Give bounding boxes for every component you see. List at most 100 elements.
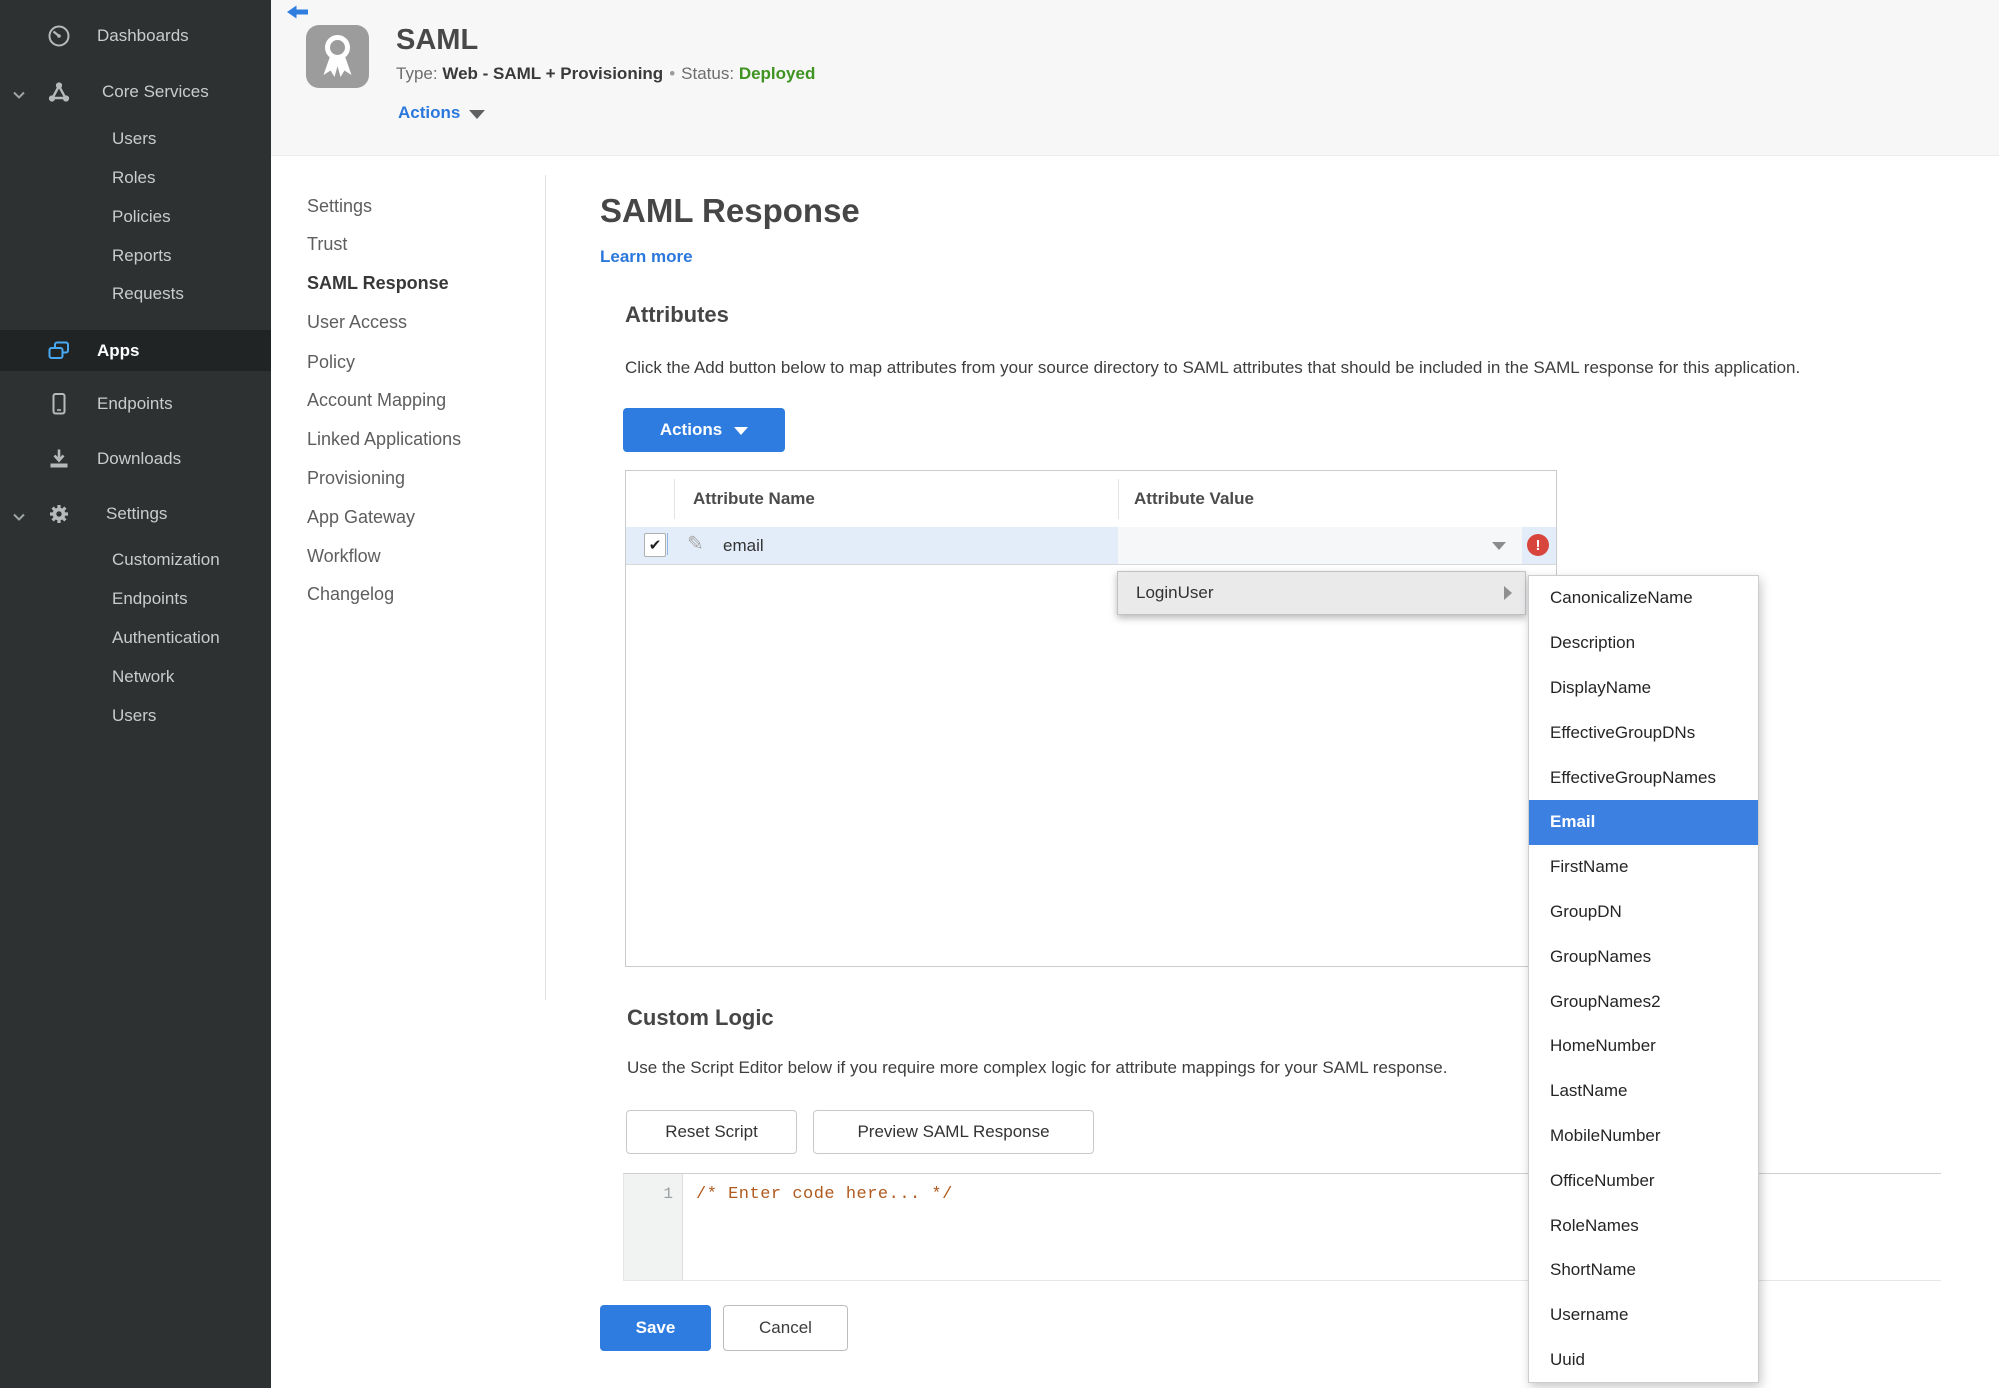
submenu-item-lastname[interactable]: LastName bbox=[1529, 1069, 1758, 1114]
gauge-icon bbox=[46, 23, 72, 49]
tab-changelog[interactable]: Changelog bbox=[307, 574, 394, 614]
table-header: Attribute Name Attribute Value bbox=[626, 471, 1556, 528]
nav-divider bbox=[545, 175, 546, 1000]
attribute-submenu: CanonicalizeName Description DisplayName… bbox=[1528, 575, 1759, 1384]
tab-app-gateway[interactable]: App Gateway bbox=[307, 497, 415, 537]
sidebar-item-reports[interactable]: Reports bbox=[0, 236, 271, 276]
header-actions-menu[interactable]: Actions bbox=[398, 103, 486, 123]
sidebar-item-dashboards[interactable]: Dashboards bbox=[0, 16, 271, 56]
sidebar-item-network[interactable]: Network bbox=[0, 657, 271, 697]
attribute-name-cell: email bbox=[723, 536, 764, 555]
tab-trust[interactable]: Trust bbox=[307, 224, 347, 264]
actions-label: Actions bbox=[398, 103, 461, 122]
preview-saml-response-button[interactable]: Preview SAML Response bbox=[813, 1110, 1094, 1154]
submenu-item-shortname[interactable]: ShortName bbox=[1529, 1248, 1758, 1293]
submenu-item-effectivegroupdns[interactable]: EffectiveGroupDNs bbox=[1529, 710, 1758, 755]
value-menu-loginuser[interactable]: LoginUser bbox=[1117, 571, 1526, 615]
sidebar-item-label: Settings bbox=[106, 504, 168, 523]
submenu-item-effectivegroupnames[interactable]: EffectiveGroupNames bbox=[1529, 755, 1758, 800]
app-meta: Type: Web - SAML + Provisioning • Status: … bbox=[396, 64, 815, 84]
chevron-down-icon bbox=[12, 508, 26, 521]
table-row[interactable]: ✔ ✎ email ! bbox=[626, 527, 1556, 565]
submenu-item-groupnames[interactable]: GroupNames bbox=[1529, 934, 1758, 979]
tab-policy[interactable]: Policy bbox=[307, 342, 355, 382]
sidebar-item-label: Endpoints bbox=[112, 589, 188, 608]
sidebar-item-requests[interactable]: Requests bbox=[0, 274, 271, 314]
tab-workflow[interactable]: Workflow bbox=[307, 536, 381, 576]
sidebar-item-roles[interactable]: Roles bbox=[0, 158, 271, 198]
error-icon: ! bbox=[1527, 534, 1549, 556]
tab-account-mapping[interactable]: Account Mapping bbox=[307, 380, 446, 420]
sidebar-item-endpoints-settings[interactable]: Endpoints bbox=[0, 579, 271, 619]
sidebar-item-endpoints[interactable]: Endpoints bbox=[0, 384, 271, 424]
tab-user-access[interactable]: User Access bbox=[307, 302, 407, 342]
tab-saml-response[interactable]: SAML Response bbox=[307, 263, 449, 303]
submenu-arrow-icon bbox=[1504, 586, 1512, 600]
core-services-icon bbox=[46, 79, 72, 105]
save-button[interactable]: Save bbox=[600, 1305, 711, 1351]
preview-saml-response-label: Preview SAML Response bbox=[857, 1122, 1050, 1141]
menu-item-label: LoginUser bbox=[1136, 583, 1214, 602]
submenu-item-rolenames[interactable]: RoleNames bbox=[1529, 1203, 1758, 1248]
column-header-attribute-name: Attribute Name bbox=[693, 489, 815, 508]
cancel-button[interactable]: Cancel bbox=[723, 1305, 848, 1351]
chevron-down-icon bbox=[12, 86, 26, 99]
caret-down-icon bbox=[469, 109, 486, 119]
download-icon bbox=[46, 446, 72, 472]
apps-icon bbox=[46, 338, 72, 364]
custom-logic-description: Use the Script Editor below if you requi… bbox=[627, 1058, 1448, 1077]
tab-settings[interactable]: Settings bbox=[307, 186, 372, 226]
type-value: Web - SAML + Provisioning bbox=[442, 64, 664, 83]
submenu-item-homenumber[interactable]: HomeNumber bbox=[1529, 1024, 1758, 1069]
submenu-item-uuid[interactable]: Uuid bbox=[1529, 1338, 1758, 1383]
attributes-actions-button[interactable]: Actions bbox=[623, 408, 785, 452]
sidebar-item-policies[interactable]: Policies bbox=[0, 197, 271, 237]
custom-logic-heading: Custom Logic bbox=[627, 1005, 774, 1030]
submenu-item-mobilenumber[interactable]: MobileNumber bbox=[1529, 1114, 1758, 1159]
submenu-item-firstname[interactable]: FirstName bbox=[1529, 845, 1758, 890]
caret-down-icon bbox=[1492, 542, 1506, 550]
sidebar-item-apps[interactable]: Apps bbox=[0, 330, 271, 371]
submenu-item-canonicalizename[interactable]: CanonicalizeName bbox=[1529, 576, 1758, 621]
submenu-item-groupnames2[interactable]: GroupNames2 bbox=[1529, 979, 1758, 1024]
reset-script-button[interactable]: Reset Script bbox=[626, 1110, 797, 1154]
sidebar-item-core-services[interactable]: Core Services bbox=[0, 72, 271, 112]
attribute-value-dropdown[interactable] bbox=[1118, 527, 1522, 564]
submenu-item-username[interactable]: Username bbox=[1529, 1293, 1758, 1338]
sidebar-item-authentication[interactable]: Authentication bbox=[0, 618, 271, 658]
sidebar-item-label: Core Services bbox=[102, 82, 209, 101]
saml-app-icon bbox=[306, 25, 369, 88]
attributes-heading: Attributes bbox=[625, 302, 729, 327]
sidebar-item-label: Dashboards bbox=[97, 26, 189, 45]
reset-script-label: Reset Script bbox=[665, 1122, 758, 1141]
sidebar: Dashboards Core Services Users Roles Pol… bbox=[0, 0, 271, 1388]
submenu-item-description[interactable]: Description bbox=[1529, 621, 1758, 666]
sidebar-item-label: Endpoints bbox=[97, 394, 173, 413]
sidebar-item-label: Roles bbox=[112, 168, 156, 187]
learn-more-link[interactable]: Learn more bbox=[600, 247, 693, 267]
smartphone-icon bbox=[46, 391, 72, 417]
submenu-item-officenumber[interactable]: OfficeNumber bbox=[1529, 1158, 1758, 1203]
cancel-button-label: Cancel bbox=[759, 1318, 812, 1337]
line-number: 1 bbox=[663, 1185, 673, 1203]
sidebar-item-customization[interactable]: Customization bbox=[0, 540, 271, 580]
sidebar-item-label: Customization bbox=[112, 550, 220, 569]
sidebar-item-label: Authentication bbox=[112, 628, 220, 647]
sidebar-item-downloads[interactable]: Downloads bbox=[0, 439, 271, 479]
submenu-item-groupdn[interactable]: GroupDN bbox=[1529, 890, 1758, 935]
tab-linked-applications[interactable]: Linked Applications bbox=[307, 419, 461, 459]
edit-icon[interactable]: ✎ bbox=[687, 531, 704, 556]
row-checkbox[interactable]: ✔ bbox=[644, 533, 666, 557]
sidebar-item-settings[interactable]: Settings bbox=[0, 494, 271, 534]
editor-code[interactable]: /* Enter code here... */ bbox=[696, 1185, 953, 1204]
sidebar-item-label: Reports bbox=[112, 246, 172, 265]
sidebar-item-users-settings[interactable]: Users bbox=[0, 696, 271, 736]
sidebar-item-users[interactable]: Users bbox=[0, 119, 271, 159]
tab-provisioning[interactable]: Provisioning bbox=[307, 458, 405, 498]
submenu-item-displayname[interactable]: DisplayName bbox=[1529, 666, 1758, 711]
submenu-item-email[interactable]: Email bbox=[1529, 799, 1758, 845]
sidebar-item-label: Users bbox=[112, 129, 157, 148]
sidebar-item-label: Users bbox=[112, 706, 157, 725]
back-arrow-icon[interactable] bbox=[287, 5, 308, 19]
app-title: SAML bbox=[396, 24, 479, 56]
